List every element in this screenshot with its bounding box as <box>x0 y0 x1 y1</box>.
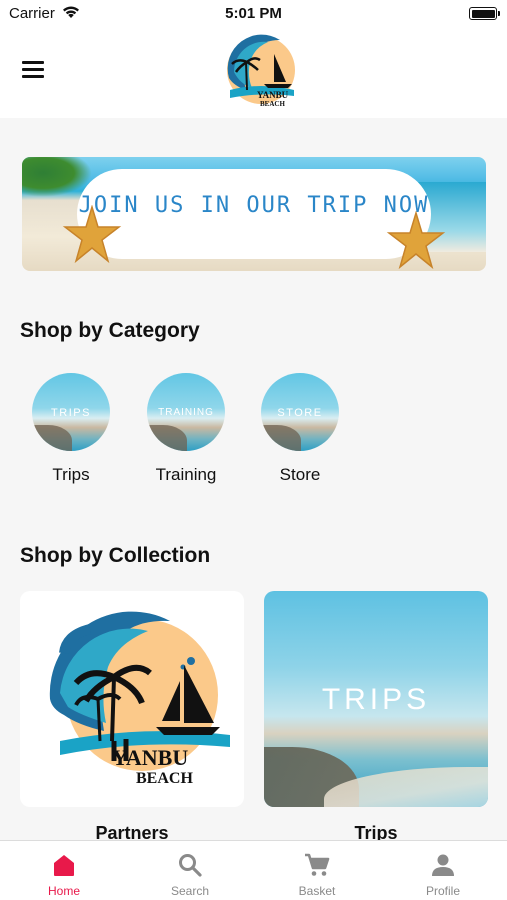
tab-label: Home <box>47 884 80 898</box>
category-image-text: STORE <box>277 407 323 419</box>
banner-text: JOIN US IN OUR TRIP NOW <box>78 193 430 218</box>
status-bar: Carrier 5:01 PM <box>0 0 507 30</box>
promo-banner[interactable]: JOIN US IN OUR TRIP NOW <box>22 157 486 271</box>
category-image-text: TRIPS <box>51 407 91 419</box>
menu-line-icon <box>22 75 44 78</box>
home-icon <box>54 855 74 876</box>
category-image-text: TRAINING <box>158 407 214 418</box>
palm-leaves-image <box>22 157 92 197</box>
logo-text: YANBU <box>112 745 188 770</box>
tab-search[interactable]: Search <box>127 841 253 900</box>
tab-label: Basket <box>298 884 336 898</box>
logo-text: YANBU <box>257 90 289 100</box>
tab-bar: Home Search Basket Profile <box>0 840 507 900</box>
logo-text: BEACH <box>136 770 193 787</box>
category-image: STORE <box>261 373 339 451</box>
section-title-category: Shop by Category <box>20 319 200 342</box>
logo-text: BEACH <box>260 100 285 108</box>
hamburger-menu-button[interactable] <box>22 61 48 83</box>
collection-card-partners[interactable]: YANBU BEACH <box>20 591 244 807</box>
category-image: TRAINING <box>147 373 225 451</box>
category-training[interactable]: TRAINING Training <box>131 373 241 485</box>
tab-home[interactable]: Home <box>1 841 127 900</box>
starfish-icon <box>386 211 446 270</box>
category-label: Store <box>279 465 321 484</box>
tab-basket[interactable]: Basket <box>254 841 380 900</box>
yanbu-beach-logo: YANBU BEACH <box>49 611 230 787</box>
battery-icon <box>469 7 500 20</box>
cart-icon <box>305 853 330 876</box>
tab-label: Profile <box>425 884 460 898</box>
starfish-icon <box>62 205 122 264</box>
category-label: Training <box>155 465 217 484</box>
yanbu-beach-logo[interactable]: YANBU BEACH <box>220 32 302 108</box>
tab-profile[interactable]: Profile <box>380 841 506 900</box>
status-time: 5:01 PM <box>225 5 282 22</box>
person-icon <box>432 854 454 876</box>
category-trips[interactable]: TRIPS Trips <box>16 373 126 485</box>
category-store[interactable]: STORE Store <box>245 373 355 485</box>
section-title-collection: Shop by Collection <box>20 544 211 567</box>
app-header: YANBU BEACH <box>0 30 507 118</box>
menu-line-icon <box>22 68 44 71</box>
category-image: TRIPS <box>32 373 110 451</box>
category-label: Trips <box>52 465 90 484</box>
coast-image <box>147 425 187 451</box>
collection-card-trips[interactable]: TRIPS <box>264 591 488 807</box>
tab-label: Search <box>170 884 210 898</box>
menu-line-icon <box>22 61 44 64</box>
coast-image <box>32 425 72 451</box>
search-icon <box>179 854 202 877</box>
card-image-text: TRIPS <box>321 683 431 716</box>
coast-image <box>261 425 301 451</box>
